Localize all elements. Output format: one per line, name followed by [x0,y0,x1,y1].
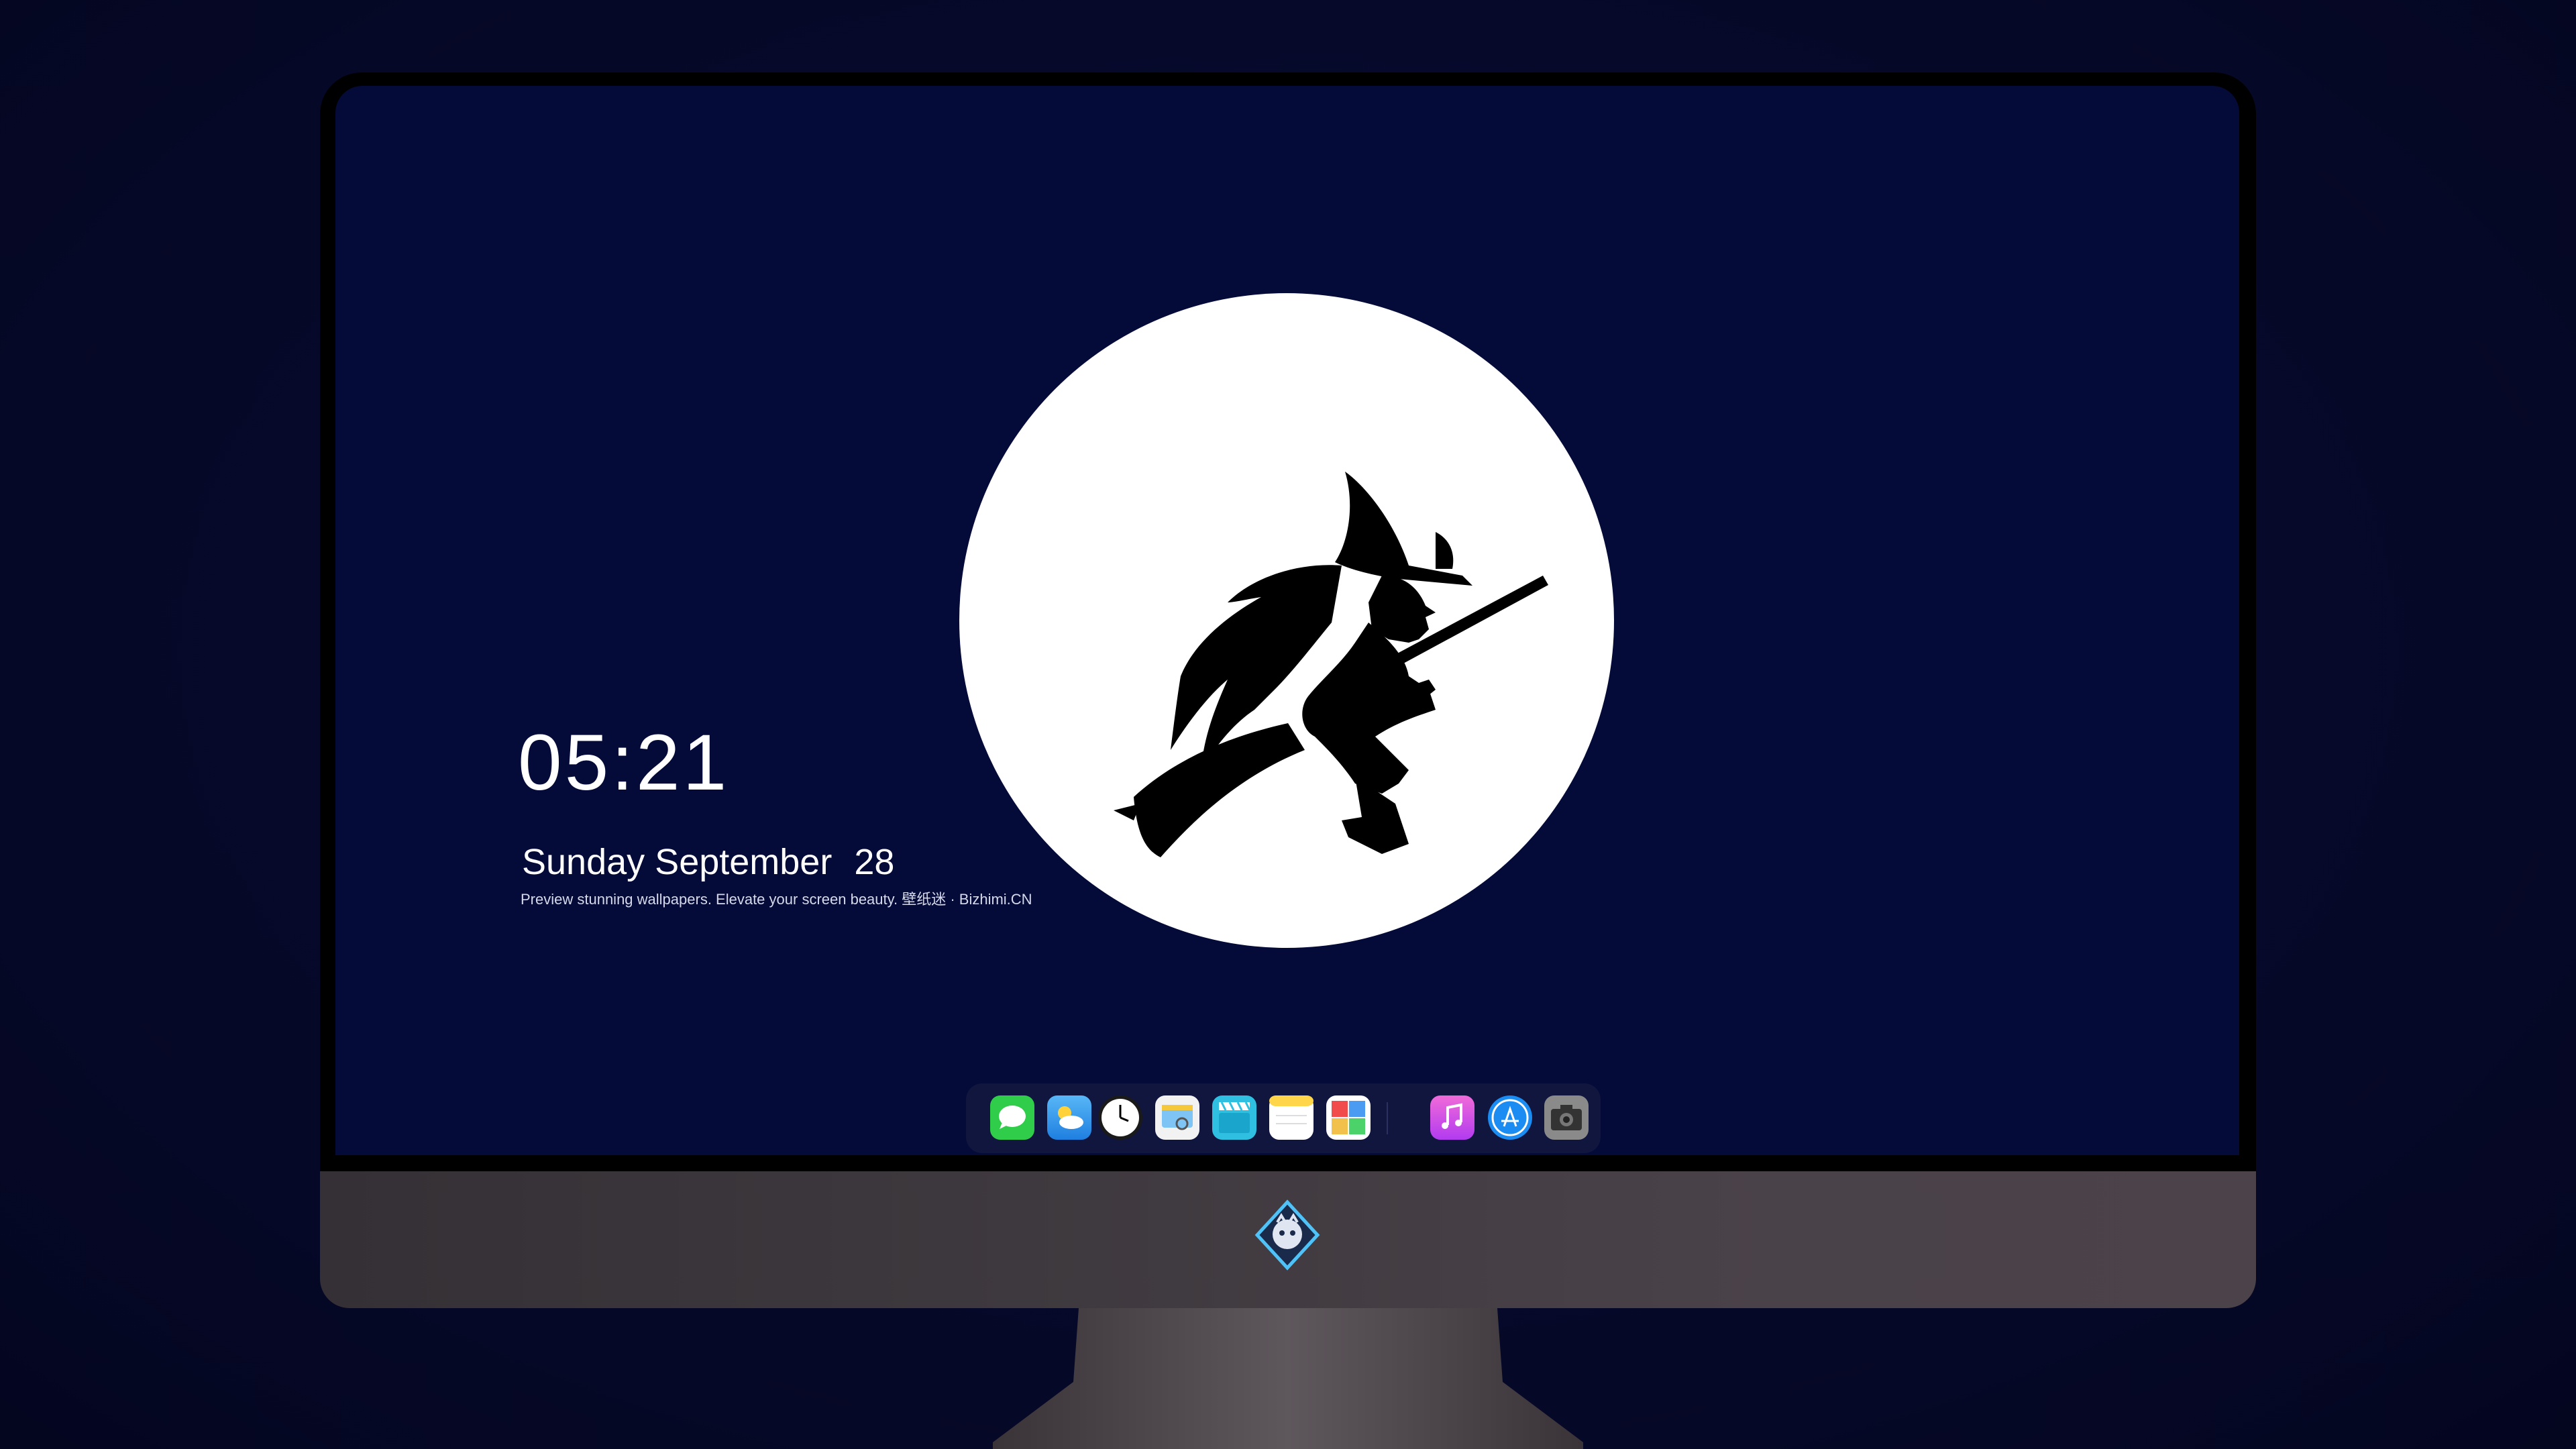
wallpaper-tagline: Preview stunning wallpapers. Elevate you… [521,891,1032,908]
lock-clock-time: 05:21 [518,718,730,807]
notes-icon[interactable] [1269,1095,1313,1140]
app-dock [966,1083,1601,1153]
desktop-background: 05:21 Sunday September 28 Preview stunni… [0,0,2576,1449]
month-label: September [655,842,833,882]
app-store-icon[interactable] [1488,1095,1532,1140]
lock-clock-date: Sunday September 28 [522,844,894,880]
monitor-stand [993,1308,1583,1449]
witch-silhouette-icon [1114,472,1548,857]
dock-separator [1387,1102,1388,1134]
preview-icon[interactable] [1155,1095,1199,1140]
day-number: 28 [854,842,895,882]
clock-icon[interactable] [1098,1095,1142,1140]
camera-icon[interactable] [1544,1095,1589,1140]
photo-booth-icon[interactable] [1326,1095,1371,1140]
weekday-label: Sunday [522,842,645,882]
clips-icon[interactable] [1212,1095,1256,1140]
weather-icon[interactable] [1047,1095,1091,1140]
itunes-icon[interactable] [1430,1095,1474,1140]
bizhimi-logo-icon [1254,1199,1320,1271]
messages-icon[interactable] [990,1095,1034,1140]
monitor-screen: 05:21 Sunday September 28 Preview stunni… [335,86,2239,1155]
